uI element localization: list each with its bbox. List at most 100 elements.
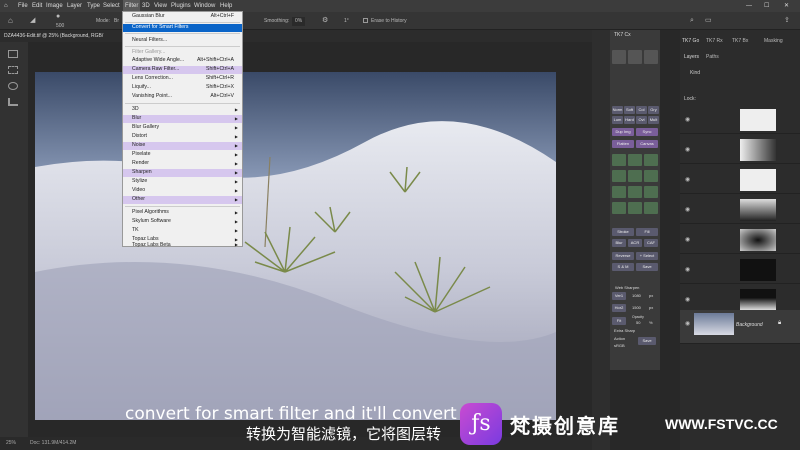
erase-history-checkbox[interactable] bbox=[363, 18, 368, 23]
menu-item-blur[interactable]: Blur ▶ bbox=[123, 115, 242, 123]
blend-col-button[interactable]: Col bbox=[636, 106, 647, 114]
blend-gry-button[interactable]: Gry bbox=[648, 106, 659, 114]
home-icon[interactable]: ⌂ bbox=[4, 0, 8, 12]
blend-mult-button[interactable]: Mult bbox=[648, 116, 659, 124]
blend-soft-button[interactable]: Soft bbox=[624, 106, 635, 114]
eye-icon[interactable]: ◉ bbox=[685, 296, 690, 303]
workspace-icon[interactable]: ▭ bbox=[705, 12, 712, 30]
opacity-value[interactable]: 50 bbox=[636, 320, 640, 325]
menu-item-pixel-algorithms[interactable]: Pixel Algorithms ▶ bbox=[123, 209, 242, 217]
menu-item-blur-gallery[interactable]: Blur Gallery ▶ bbox=[123, 124, 242, 132]
layer-row[interactable]: ◉ bbox=[680, 226, 800, 254]
tk7-tool-icon-12[interactable] bbox=[644, 202, 658, 214]
share-icon[interactable]: ⇪ bbox=[784, 12, 790, 30]
eye-icon[interactable]: ◉ bbox=[685, 236, 690, 243]
blend-lum-button[interactable]: Lum bbox=[612, 116, 623, 124]
tab-layers[interactable]: Layers bbox=[684, 54, 699, 60]
tk7-tool-icon-2[interactable] bbox=[628, 154, 642, 166]
layer-row[interactable]: ◉ bbox=[680, 256, 800, 284]
fill-button[interactable]: Fill bbox=[636, 228, 658, 236]
tk7-tool-icon-5[interactable] bbox=[628, 170, 642, 182]
tk7-grid-icon[interactable] bbox=[644, 50, 658, 64]
menu-item-other[interactable]: Other ▶ bbox=[123, 196, 242, 204]
tab-tk7-go[interactable]: TK7 Go bbox=[682, 38, 699, 44]
menu-file[interactable]: File bbox=[18, 0, 28, 12]
home-tool-icon[interactable]: ⌂ bbox=[8, 12, 13, 30]
blend-norm-button[interactable]: Norm bbox=[612, 106, 623, 114]
menu-item-sharpen[interactable]: Sharpen ▶ bbox=[123, 169, 242, 177]
tk7-tool-icon-7[interactable] bbox=[612, 186, 626, 198]
tab-paths[interactable]: Paths bbox=[706, 54, 719, 60]
reverse-button[interactable]: Reverse bbox=[612, 252, 634, 260]
tab-tk7-bx[interactable]: TK7 Bx bbox=[732, 38, 748, 44]
eye-icon[interactable]: ◉ bbox=[685, 176, 690, 183]
menu-item-neural-filters[interactable]: Neural Filters... bbox=[123, 37, 242, 45]
save-bottom-button[interactable]: Save bbox=[638, 337, 656, 345]
flatten-button[interactable]: Flatten bbox=[612, 140, 634, 148]
layer-row[interactable]: ◉ bbox=[680, 166, 800, 194]
marquee-tool-icon[interactable] bbox=[8, 66, 18, 74]
tk7-logo-icon[interactable] bbox=[612, 50, 626, 64]
sync-button[interactable]: Sync bbox=[636, 128, 658, 136]
angle-value[interactable]: 1° bbox=[344, 12, 349, 30]
close-icon[interactable]: ✕ bbox=[784, 0, 789, 12]
eye-icon[interactable]: ◉ bbox=[685, 116, 690, 123]
srgb-checkbox[interactable]: sRGB bbox=[614, 343, 625, 348]
menu-item-stylize[interactable]: Stylize ▶ bbox=[123, 178, 242, 186]
menu-select[interactable]: Select bbox=[103, 0, 120, 12]
menu-item-distort[interactable]: Distort ▶ bbox=[123, 133, 242, 141]
tab-tk7-rx[interactable]: TK7 Rx bbox=[706, 38, 723, 44]
ver1-size[interactable]: 1080 bbox=[632, 293, 641, 298]
menu-item-pixelate[interactable]: Pixelate ▶ bbox=[123, 151, 242, 159]
search-icon[interactable]: ⌕ bbox=[690, 12, 694, 30]
stroke-button[interactable]: Stroke bbox=[612, 228, 634, 236]
tk7-tool-icon-9[interactable] bbox=[644, 186, 658, 198]
menu-item-liquify[interactable]: Liquify... Shift+Ctrl+X bbox=[123, 84, 242, 92]
action-checkbox[interactable]: Action bbox=[614, 336, 625, 341]
blend-ovl-button[interactable]: Ovl bbox=[636, 116, 647, 124]
menu-item-gaussian-blur[interactable]: Gaussian Blur Alt+Ctrl+F bbox=[123, 13, 242, 21]
tk7-tool-icon-4[interactable] bbox=[612, 170, 626, 182]
tk7-tab[interactable]: TK7 Cx bbox=[614, 32, 631, 38]
photo-canvas[interactable] bbox=[35, 72, 556, 420]
eye-icon[interactable]: ◉ bbox=[685, 146, 690, 153]
hor2-size[interactable]: 1500 bbox=[632, 305, 641, 310]
menu-item-adaptive-wide-angle[interactable]: Adaptive Wide Angle... Alt+Shift+Ctrl+A bbox=[123, 57, 242, 65]
menu-item-skylum-software[interactable]: Skylum Software ▶ bbox=[123, 218, 242, 226]
layer-row[interactable]: ◉ bbox=[680, 106, 800, 134]
zoom-level[interactable]: 25% bbox=[6, 437, 16, 450]
menu-item-convert-smart-filters[interactable]: Convert for Smart Filters bbox=[123, 24, 242, 32]
move-tool-icon[interactable] bbox=[8, 50, 18, 58]
hor2-button[interactable]: Hor2 bbox=[612, 304, 626, 312]
layer-row-background[interactable]: ◉ Background 🔒︎ bbox=[680, 310, 800, 344]
blend-hard-button[interactable]: Hard bbox=[624, 116, 635, 124]
smoothing-value[interactable]: 0% bbox=[292, 17, 306, 26]
menu-item-lens-correction[interactable]: Lens Correction... Shift+Ctrl+R bbox=[123, 75, 242, 83]
caf-button[interactable]: CAF bbox=[644, 239, 658, 247]
menu-item-noise[interactable]: Noise ▶ bbox=[123, 142, 242, 150]
settings-gear-icon[interactable]: ⚙ bbox=[322, 12, 328, 30]
canvas-button[interactable]: Canvas bbox=[636, 140, 658, 148]
menu-item-3d[interactable]: 3D ▶ bbox=[123, 106, 242, 114]
maximize-icon[interactable]: ☐ bbox=[764, 0, 769, 12]
s-and-m-button[interactable]: S & M bbox=[612, 263, 634, 271]
tk7-tool-icon-11[interactable] bbox=[628, 202, 642, 214]
tk7-tool-icon-8[interactable] bbox=[628, 186, 642, 198]
layer-row[interactable]: ◉ bbox=[680, 136, 800, 164]
menu-item-video[interactable]: Video ▶ bbox=[123, 187, 242, 195]
minimize-icon[interactable]: — bbox=[746, 0, 752, 12]
document-tab[interactable]: DZA4436-Edit.tif @ 25% (Background, RGB/ bbox=[4, 30, 103, 42]
eye-icon[interactable]: ◉ bbox=[685, 206, 690, 213]
mode-select[interactable]: Br bbox=[114, 12, 119, 30]
save-top-button[interactable]: Save bbox=[636, 263, 658, 271]
eye-icon[interactable]: ◉ bbox=[685, 266, 690, 273]
menu-item-camera-raw-filter[interactable]: Camera Raw Filter... Shift+Ctrl+A bbox=[123, 66, 242, 74]
ver1-button[interactable]: Ver1 bbox=[612, 292, 626, 300]
menu-item-vanishing-point[interactable]: Vanishing Point... Alt+Ctrl+V bbox=[123, 93, 242, 101]
tk7-tool-icon-10[interactable] bbox=[612, 202, 626, 214]
menu-item-topaz-labs-beta[interactable]: Topaz Labs Beta ▶ bbox=[123, 242, 242, 248]
menu-item-tk[interactable]: TK ▶ bbox=[123, 227, 242, 235]
menu-item-render[interactable]: Render ▶ bbox=[123, 160, 242, 168]
tk7-tool-icon-1[interactable] bbox=[612, 154, 626, 166]
dup-img-button[interactable]: Dup Img bbox=[612, 128, 634, 136]
